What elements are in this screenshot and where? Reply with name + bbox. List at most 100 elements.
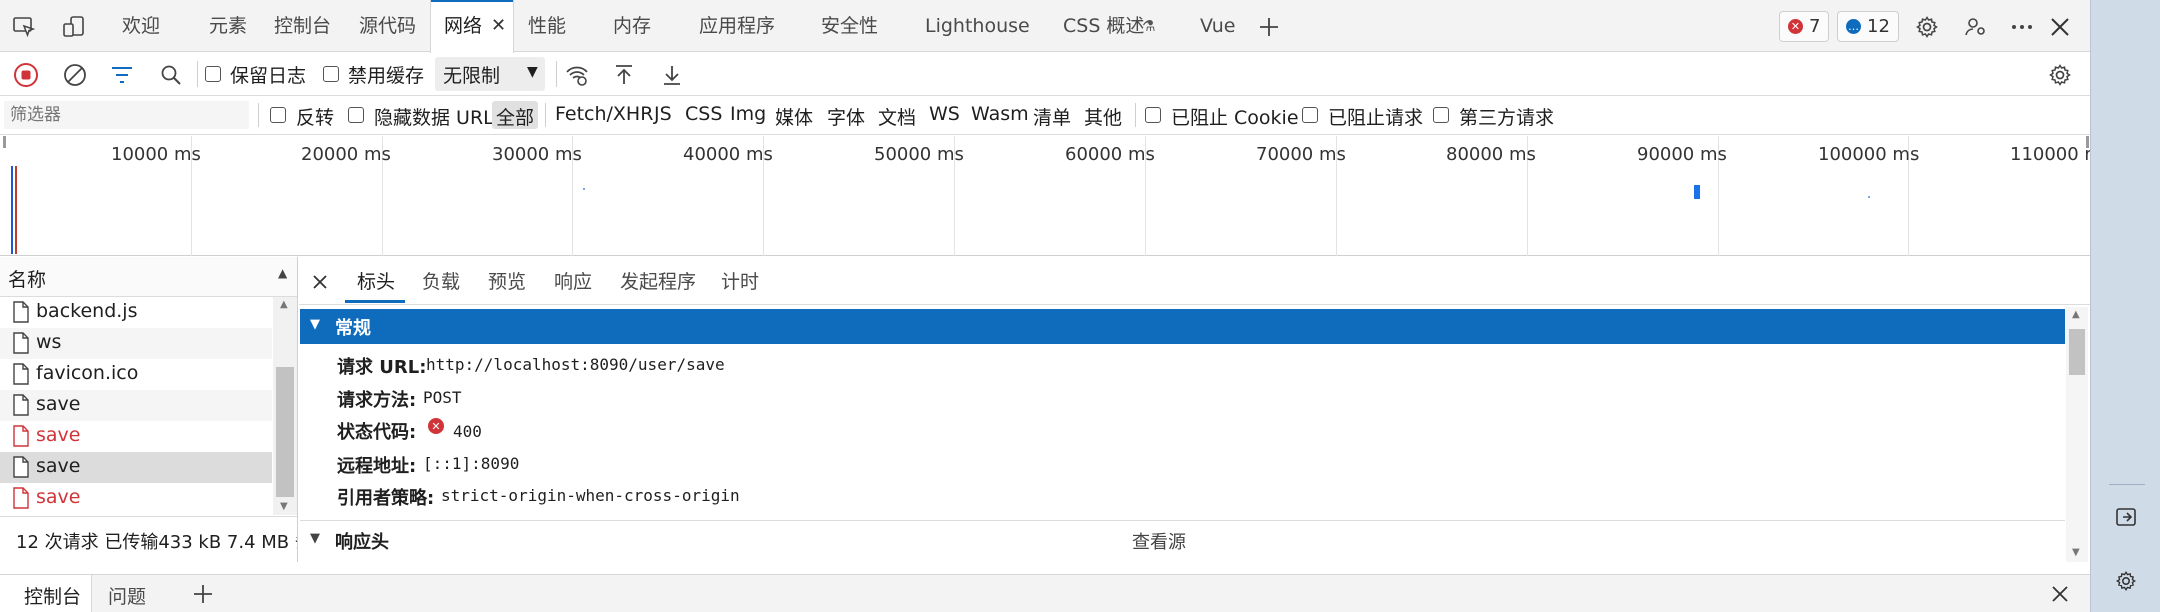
filter-type-media[interactable]: 媒体 (775, 103, 813, 130)
blocked-requests-label[interactable]: 已阻止请求 (1328, 103, 1423, 130)
disable-cache-label[interactable]: 禁用缓存 (348, 61, 424, 88)
tab-welcome[interactable]: 欢迎 (122, 0, 160, 52)
blocked-cookies-checkbox[interactable] (1145, 107, 1161, 123)
list-item-error[interactable]: save (0, 421, 272, 452)
disable-cache-checkbox[interactable] (323, 66, 339, 82)
tab-security[interactable]: 安全性 (821, 0, 878, 52)
clear-icon[interactable] (61, 61, 89, 89)
error-count-badge[interactable]: ✕ 7 (1779, 11, 1830, 42)
request-name: save (36, 424, 81, 446)
filter-type-js[interactable]: JS (654, 103, 672, 125)
blocked-requests-checkbox[interactable] (1302, 107, 1318, 123)
device-emulation-icon[interactable] (60, 13, 88, 41)
close-tab-icon[interactable]: ✕ (491, 0, 506, 52)
scroll-up-icon[interactable]: ▲ (2072, 309, 2080, 320)
details-scrollbar-thumb[interactable] (2069, 329, 2085, 375)
scroll-down-icon[interactable]: ▼ (280, 501, 288, 512)
general-section-header[interactable]: ▼ 常规 (300, 309, 2065, 344)
more-options-icon[interactable] (2008, 13, 2036, 41)
add-drawer-tab-plus-icon[interactable] (190, 581, 216, 607)
close-details-icon[interactable] (309, 271, 331, 293)
invert-label[interactable]: 反转 (296, 103, 334, 130)
third-party-checkbox[interactable] (1433, 107, 1449, 123)
preserve-log-checkbox[interactable] (205, 66, 221, 82)
overview-handle-right[interactable] (2086, 136, 2089, 148)
filter-type-doc[interactable]: 文档 (878, 103, 916, 130)
view-source-link[interactable]: 查看源 (1132, 528, 1186, 554)
tab-lighthouse[interactable]: Lighthouse (925, 0, 1030, 52)
close-drawer-icon[interactable] (2048, 582, 2072, 606)
third-party-label[interactable]: 第三方请求 (1459, 103, 1554, 130)
name-column-header[interactable]: 名称 (8, 265, 46, 292)
preserve-log-label[interactable]: 保留日志 (230, 61, 306, 88)
overview-handle-left[interactable] (3, 136, 6, 148)
filter-type-all[interactable]: 全部 (496, 103, 534, 130)
tab-console[interactable]: 控制台 (274, 0, 331, 52)
filter-type-font[interactable]: 字体 (827, 103, 865, 130)
inspect-element-icon[interactable] (10, 13, 38, 41)
list-scrollbar[interactable]: ▲ ▼ (273, 297, 297, 515)
referrer-policy-value[interactable]: strict-origin-when-cross-origin (441, 486, 740, 505)
filter-type-other[interactable]: 其他 (1084, 103, 1122, 130)
tab-headers[interactable]: 标头 (357, 267, 395, 294)
network-conditions-icon[interactable] (563, 61, 591, 89)
drawer-tab-console[interactable]: 控制台 (0, 575, 92, 612)
tab-preview[interactable]: 预览 (488, 267, 526, 294)
side-panel-settings-gear-icon[interactable] (2113, 568, 2139, 594)
filter-type-wasm[interactable]: Wasm (971, 103, 1029, 125)
close-devtools-icon[interactable] (2046, 13, 2074, 41)
filter-type-ws[interactable]: WS (929, 103, 960, 125)
filter-type-css[interactable]: CSS (685, 103, 722, 125)
filter-icon[interactable] (108, 61, 136, 89)
network-settings-gear-icon[interactable] (2046, 61, 2074, 89)
request-list-header[interactable]: 名称 ▲ (0, 257, 297, 297)
tab-response[interactable]: 响应 (554, 267, 592, 294)
toggle-panel-icon[interactable] (2113, 504, 2139, 530)
details-scrollbar[interactable]: ▲ ▼ (2066, 307, 2088, 562)
invert-checkbox[interactable] (270, 107, 286, 123)
stop-recording-icon[interactable] (12, 61, 40, 89)
filter-type-manifest[interactable]: 清单 (1033, 103, 1071, 130)
list-item[interactable]: backend.js (0, 297, 272, 328)
remote-address-value[interactable]: [::1]:8090 (423, 454, 519, 473)
customize-user-icon[interactable] (1962, 13, 1990, 41)
tab-sources[interactable]: 源代码 (359, 0, 416, 52)
timeline-overview[interactable]: 10000 ms 20000 ms 30000 ms 40000 ms 5000… (0, 136, 2111, 256)
tab-performance[interactable]: 性能 (528, 0, 566, 52)
message-count-badge[interactable]: … 12 (1837, 11, 1899, 42)
filter-type-img[interactable]: Img (730, 103, 766, 125)
hide-data-url-checkbox[interactable] (348, 107, 364, 123)
tab-initiator[interactable]: 发起程序 (620, 267, 696, 294)
tab-css-overview[interactable]: CSS 概述 ⚗ (1063, 0, 1155, 52)
throttling-select[interactable]: 无限制 ▼ (435, 57, 545, 91)
list-item-selected[interactable]: save (0, 452, 272, 483)
status-code-value[interactable]: 400 (453, 422, 482, 441)
export-har-icon[interactable] (658, 61, 686, 89)
request-url-value[interactable]: http://localhost:8090/user/save (426, 355, 725, 374)
tab-application[interactable]: 应用程序 (699, 0, 775, 52)
tab-elements[interactable]: 元素 (209, 0, 247, 52)
scroll-down-icon[interactable]: ▼ (2072, 547, 2080, 558)
tab-vue[interactable]: Vue (1200, 0, 1235, 52)
scroll-up-icon[interactable]: ▲ (280, 299, 288, 310)
filter-type-fetch-xhr[interactable]: Fetch/XHR (555, 103, 653, 125)
hide-data-url-label[interactable]: 隐藏数据 URL (374, 103, 494, 130)
tab-network[interactable]: 网络 ✕ (430, 0, 514, 53)
filter-input[interactable] (4, 101, 249, 129)
list-item[interactable]: ws (0, 328, 272, 359)
drawer-tab-issues[interactable]: 问题 (108, 582, 146, 609)
list-item[interactable]: save (0, 390, 272, 421)
list-item[interactable]: favicon.ico (0, 359, 272, 390)
import-har-icon[interactable] (610, 61, 638, 89)
response-headers-section-header[interactable]: ▼ 响应头 查看源 (300, 520, 2065, 562)
settings-gear-icon[interactable] (1913, 13, 1941, 41)
list-scrollbar-thumb[interactable] (276, 367, 294, 497)
tab-payload[interactable]: 负载 (422, 267, 460, 294)
tab-memory[interactable]: 内存 (613, 0, 651, 52)
tab-timing[interactable]: 计时 (721, 267, 759, 294)
more-tabs-plus-icon[interactable] (1255, 13, 1283, 41)
blocked-cookies-label[interactable]: 已阻止 Cookie (1171, 103, 1299, 130)
request-method-value[interactable]: POST (423, 388, 462, 407)
list-item-error[interactable]: save (0, 483, 272, 514)
search-icon[interactable] (157, 61, 185, 89)
